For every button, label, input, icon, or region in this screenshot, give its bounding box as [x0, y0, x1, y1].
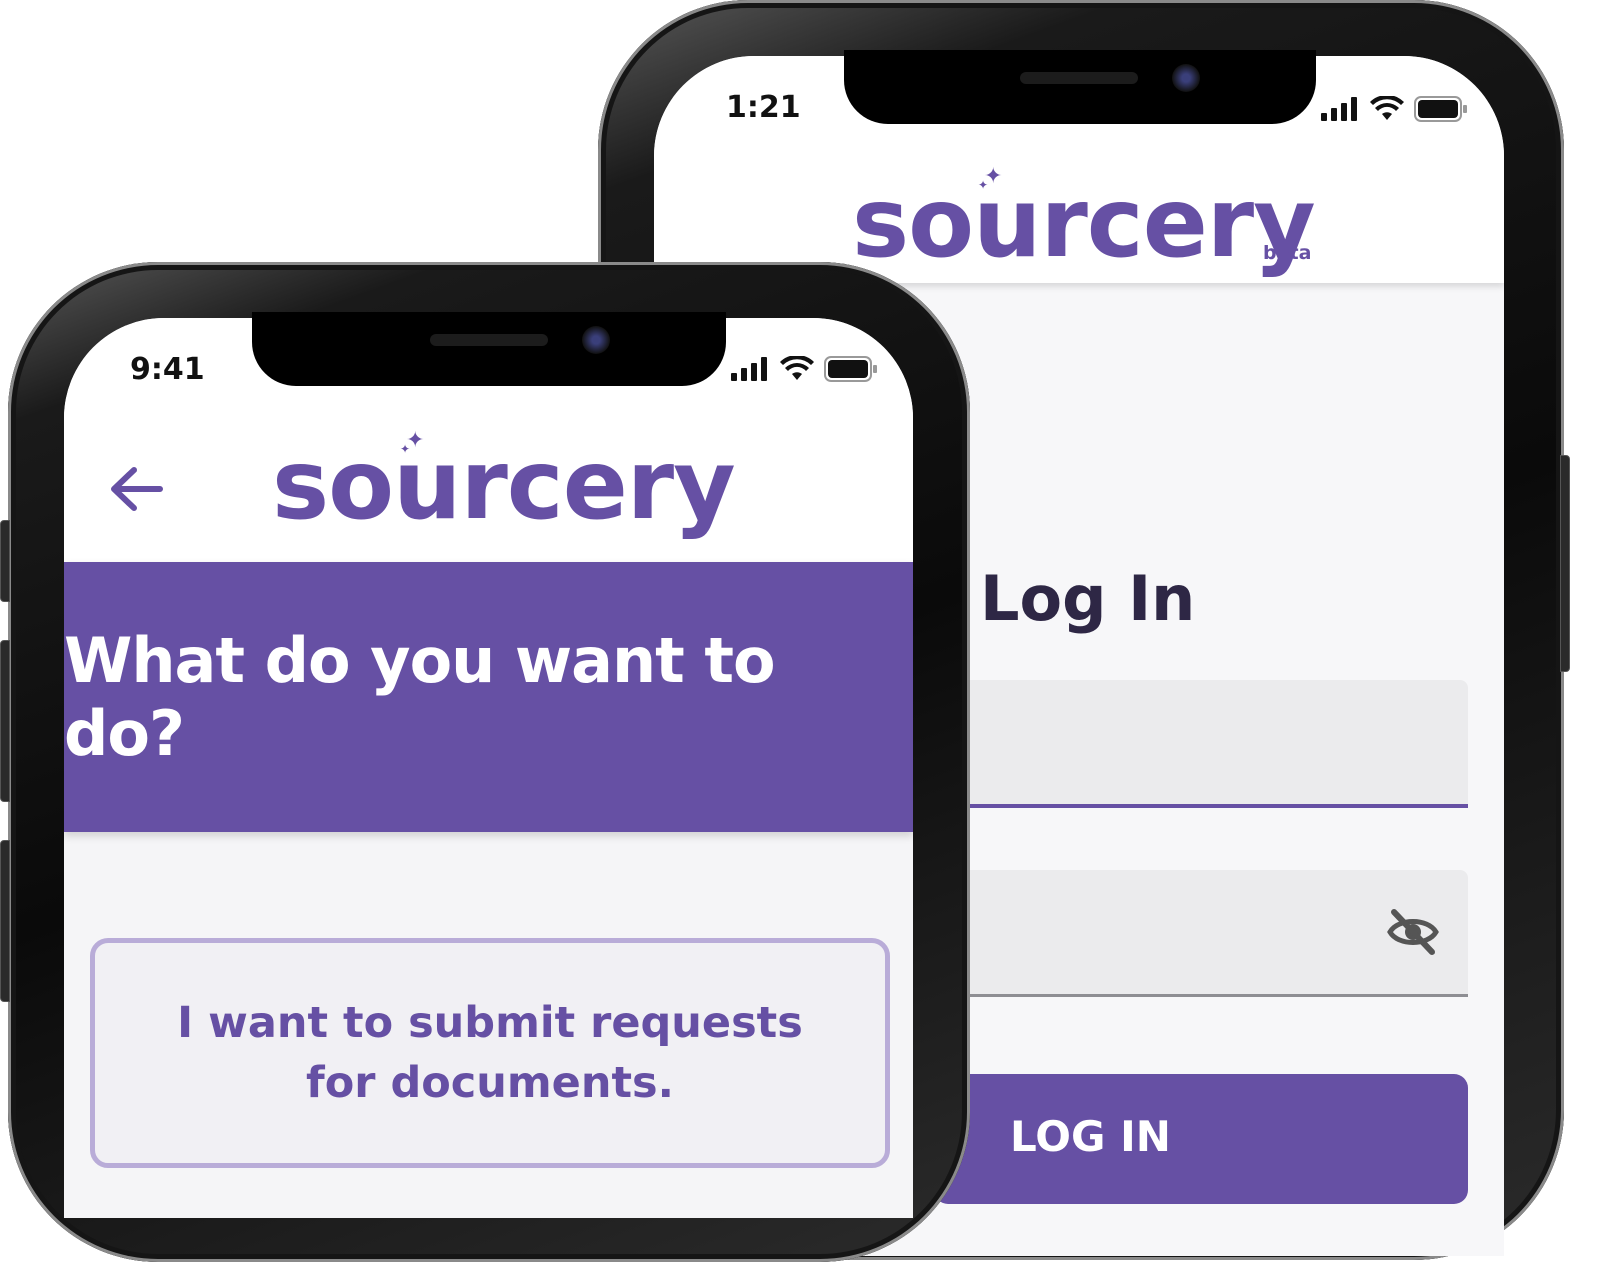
login-button[interactable]: LOG IN [934, 1074, 1468, 1204]
back-phone-notch [844, 50, 1316, 124]
back-arrow-icon[interactable] [108, 464, 164, 514]
front-phone-volume-down [0, 840, 10, 1002]
question-banner: What do you want to do? [64, 562, 913, 832]
status-icons [1320, 96, 1468, 122]
status-time: 1:21 [726, 90, 801, 125]
front-phone-camera [582, 326, 610, 354]
cellular-signal-icon [1321, 97, 1357, 121]
battery-icon [1414, 96, 1467, 122]
battery-icon [824, 356, 877, 382]
front-phone-screen: 9:41 ✦ ✦ sourcery What do you want to do… [64, 318, 913, 1218]
login-title: Log In [980, 562, 1196, 635]
status-time: 9:41 [130, 352, 205, 387]
option-submit-requests[interactable]: I want to submit requests for documents. [90, 938, 890, 1168]
cellular-signal-icon [731, 357, 767, 381]
front-phone-volume-up [0, 640, 10, 802]
front-phone-notch [252, 312, 726, 386]
status-icons [730, 356, 878, 382]
wifi-icon [780, 356, 814, 380]
wifi-icon [1370, 96, 1404, 120]
front-phone-mute-switch [0, 520, 10, 602]
eye-off-icon[interactable] [1386, 908, 1440, 956]
beta-badge: beta [1263, 242, 1312, 264]
question-heading: What do you want to do? [64, 624, 776, 770]
back-phone-camera [1172, 64, 1200, 92]
app-logo: sourcery [272, 429, 736, 541]
front-phone-speaker [430, 334, 548, 346]
option-label: I want to submit requests for documents. [177, 998, 803, 1108]
app-logo: sourcery [852, 167, 1316, 279]
username-field[interactable] [934, 680, 1468, 808]
login-button-label: LOG IN [1010, 1112, 1171, 1161]
back-phone-side-button [1560, 455, 1570, 672]
password-field[interactable] [934, 870, 1468, 997]
back-phone-speaker [1020, 72, 1138, 84]
